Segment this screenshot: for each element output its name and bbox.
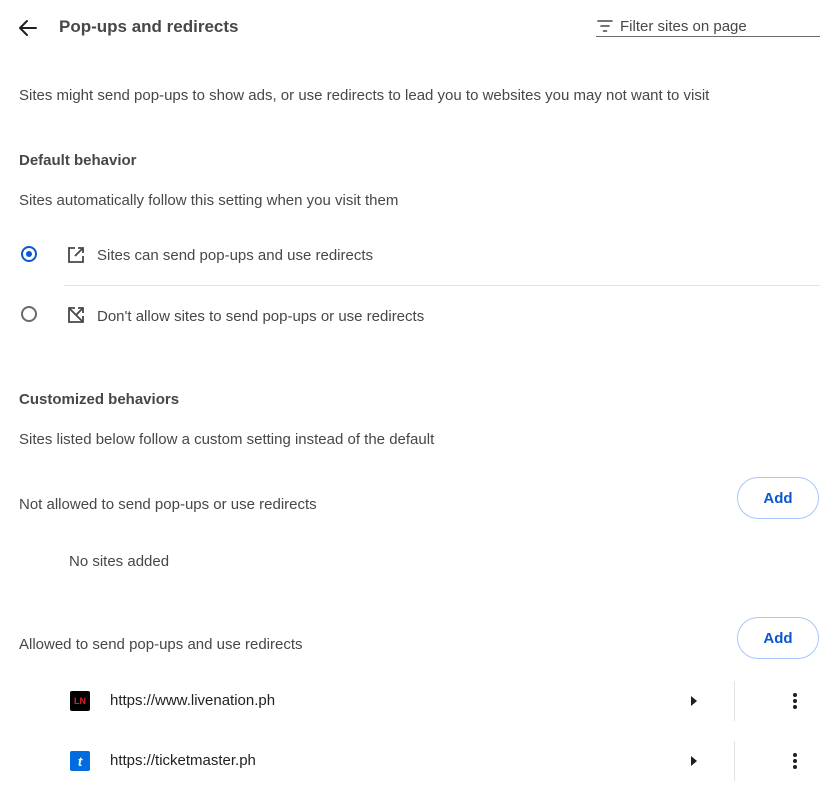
back-button[interactable] xyxy=(14,14,42,42)
radio-block-popups[interactable] xyxy=(21,306,37,322)
site-row[interactable]: t https://ticketmaster.ph xyxy=(60,741,820,781)
more-actions-icon[interactable] xyxy=(783,749,807,773)
option-block-popups-label[interactable]: Don't allow sites to send pop-ups or use… xyxy=(97,308,424,325)
site-row[interactable]: LN https://www.livenation.ph xyxy=(60,681,820,721)
no-sites-text: No sites added xyxy=(69,553,170,570)
filter-sites-input[interactable] xyxy=(620,16,818,36)
expand-arrow-icon[interactable] xyxy=(686,693,702,709)
default-behavior-subtext: Sites automatically follow this setting … xyxy=(19,192,399,209)
row-separator xyxy=(734,741,735,781)
ticketmaster-favicon: t xyxy=(70,751,90,771)
option-allow-popups-label[interactable]: Sites can send pop-ups and use redirects xyxy=(97,247,373,264)
filter-icon xyxy=(597,20,613,32)
livenation-favicon: LN xyxy=(70,691,90,711)
site-url: https://www.livenation.ph xyxy=(110,692,276,709)
open-in-new-icon xyxy=(68,247,84,263)
customized-behaviors-subtext: Sites listed below follow a custom setti… xyxy=(19,431,435,448)
add-not-allowed-button[interactable]: Add xyxy=(737,477,819,519)
row-separator xyxy=(734,681,735,721)
blocked-popup-icon xyxy=(68,307,84,323)
more-actions-icon[interactable] xyxy=(783,689,807,713)
allowed-label: Allowed to send pop-ups and use redirect… xyxy=(19,636,303,653)
arrow-back-icon xyxy=(19,20,37,36)
add-allowed-button[interactable]: Add xyxy=(737,617,819,659)
filter-sites-search[interactable] xyxy=(596,16,820,37)
page-title: Pop-ups and redirects xyxy=(59,17,239,36)
expand-arrow-icon[interactable] xyxy=(686,753,702,769)
site-url: https://ticketmaster.ph xyxy=(110,752,256,769)
not-allowed-label: Not allowed to send pop-ups or use redir… xyxy=(19,496,317,513)
customized-behaviors-heading: Customized behaviors xyxy=(19,391,180,408)
options-divider xyxy=(64,285,820,286)
page-description: Sites might send pop-ups to show ads, or… xyxy=(19,87,710,104)
radio-allow-popups[interactable] xyxy=(21,246,37,262)
default-behavior-heading: Default behavior xyxy=(19,152,137,169)
